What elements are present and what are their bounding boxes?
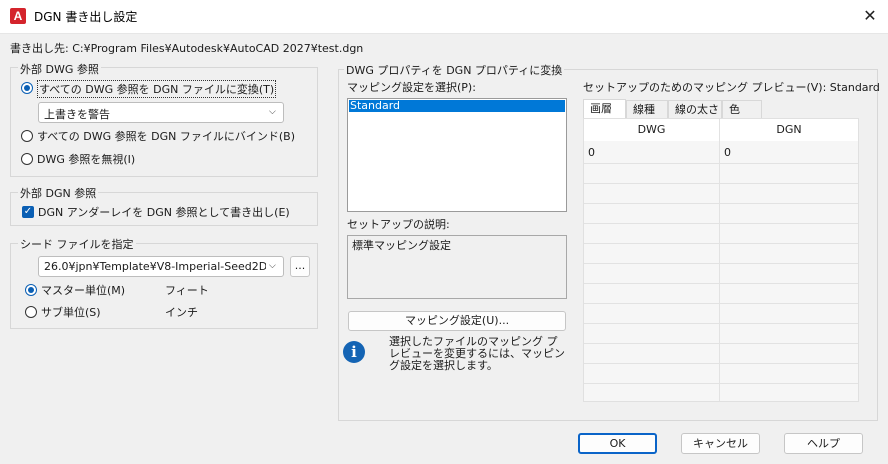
table-header-dgn: DGN [720,119,858,141]
table-row-line [584,263,858,264]
table-cell-dwg: 0 [588,146,595,159]
tab-layers[interactable]: 画層 [583,99,626,118]
table-row[interactable]: 0 0 [584,141,858,163]
seed-file-combo[interactable]: 26.0¥jpn¥Template¥V8-Imperial-Seed2D.dgn… [38,256,284,277]
setup-description-value: 標準マッピング設定 [352,239,451,252]
bind-dwg-refs-label[interactable]: すべての DWG 参照を DGN ファイルにバインド(B) [37,128,295,144]
table-row-line [584,203,858,204]
autocad-app-icon: A [10,8,26,24]
external-dgn-group-label: 外部 DGN 参照 [18,185,99,201]
info-icon: i [343,341,365,363]
table-row-line [584,343,858,344]
master-units-value: フィート [165,284,209,297]
window-title: DGN 書き出し設定 [34,10,138,24]
table-row-line [584,363,858,364]
cancel-button[interactable]: キャンセル [681,433,760,454]
convert-dwg-refs-label[interactable]: すべての DWG 参照を DGN ファイルに変換(T) [37,80,277,98]
export-underlay-label[interactable]: DGN アンダーレイを DGN 参照として書き出し(E) [38,204,290,220]
sub-units-value: インチ [165,306,198,319]
setup-description-label: セットアップの説明: [347,218,450,231]
sub-units-radio[interactable] [25,306,37,318]
table-row-line [584,303,858,304]
tab-lineweights[interactable]: 線の太さ [668,100,722,118]
master-units-radio[interactable] [25,284,37,296]
table-row-line [584,183,858,184]
list-item[interactable]: Standard [349,100,565,112]
external-dwg-group-label: 外部 DWG 参照 [18,61,101,77]
table-row-line [584,283,858,284]
close-icon[interactable]: ✕ [858,5,882,27]
table-header-dwg: DWG [584,119,719,141]
bind-dwg-refs-radio[interactable] [21,130,33,142]
sub-units-label[interactable]: サブ単位(S) [41,304,101,320]
mapping-setup-list[interactable]: Standard [347,98,567,212]
title-divider [0,33,888,34]
tab-linetypes[interactable]: 線種 [626,100,668,118]
info-text: 選択したファイルのマッピング プレビューを変更するには、マッピング設定を選択しま… [389,335,565,372]
help-button[interactable]: ヘルプ [784,433,863,454]
property-conversion-group-label: DWG プロパティを DGN プロパティに変換 [344,62,565,78]
table-row-line [584,163,858,164]
master-units-label[interactable]: マスター単位(M) [41,282,125,298]
browse-seed-button[interactable]: ... [290,256,310,277]
convert-dwg-refs-radio[interactable] [21,82,33,94]
chevron-down-icon: ⌵ [269,107,276,117]
chevron-down-icon: ⌵ [269,261,276,271]
mapping-preview-label: セットアップのためのマッピング プレビュー(V): Standard [583,81,880,94]
table-row-line [584,383,858,384]
seed-file-group-label: シード ファイルを指定 [18,236,136,252]
mapping-setup-button[interactable]: マッピング設定(U)... [348,311,566,331]
overwrite-warning-value: 上書きを警告 [44,108,110,121]
seed-file-value: 26.0¥jpn¥Template¥V8-Imperial-Seed2D.dgn [44,260,266,273]
table-row-line [584,243,858,244]
ignore-dwg-refs-label[interactable]: DWG 参照を無視(I) [37,151,135,167]
export-underlay-checkbox[interactable]: ✓ [22,206,34,218]
table-row-line [584,223,858,224]
table-cell-dgn: 0 [724,146,731,159]
ignore-dwg-refs-radio[interactable] [21,153,33,165]
mapping-select-label: マッピング設定を選択(P): [347,81,476,94]
export-destination: 書き出し先: C:¥Program Files¥Autodesk¥AutoCAD… [10,42,364,55]
table-row-line [584,323,858,324]
setup-description-box: 標準マッピング設定 [347,235,567,299]
ok-button[interactable]: OK [578,433,657,454]
overwrite-warning-combo[interactable]: 上書きを警告 ⌵ [38,102,284,123]
tab-colors[interactable]: 色 [722,100,762,118]
